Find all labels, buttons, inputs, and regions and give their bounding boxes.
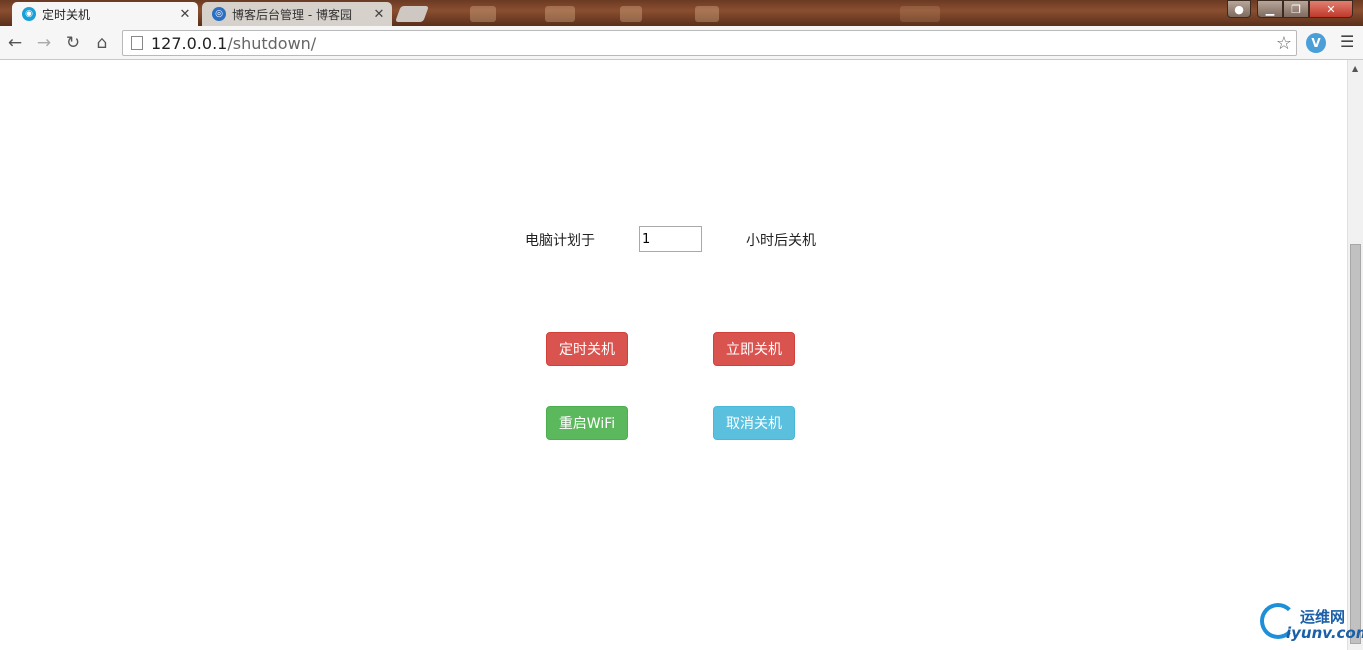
site-watermark: 运维网 iyunv.com	[1258, 600, 1363, 646]
tab-shutdown[interactable]: ◉ 定时关机 ✕	[12, 2, 198, 26]
profile-icon[interactable]: ●	[1227, 0, 1251, 18]
forward-arrow-icon[interactable]: →	[33, 32, 55, 54]
tab-close-icon[interactable]: ✕	[178, 7, 192, 22]
browser-titlebar: ◉ 定时关机 ✕ ◎ 博客后台管理 - 博客园 ✕ ● ▁ ❐ ✕	[0, 0, 1363, 26]
hamburger-menu-icon[interactable]: ☰	[1340, 32, 1354, 51]
scroll-up-icon[interactable]: ▲	[1352, 64, 1358, 73]
tab-blog-admin[interactable]: ◎ 博客后台管理 - 博客园 ✕	[202, 2, 392, 26]
tab-close-icon[interactable]: ✕	[372, 7, 386, 22]
reload-icon[interactable]: ↻	[62, 32, 84, 54]
url-text: 127.0.0.1/shutdown/	[151, 33, 317, 53]
new-tab-button[interactable]	[395, 6, 429, 22]
watermark-en: iyunv.com	[1286, 624, 1363, 642]
home-icon[interactable]: ⌂	[91, 32, 113, 54]
site-favicon-icon: ◎	[212, 7, 226, 21]
cancel-shutdown-button[interactable]: 取消关机	[713, 406, 795, 440]
window-close-icon[interactable]: ✕	[1309, 0, 1353, 18]
address-bar[interactable]: 127.0.0.1/shutdown/ ☆	[122, 30, 1297, 56]
page-icon	[131, 36, 143, 50]
minimize-icon[interactable]: ▁	[1257, 0, 1283, 18]
hours-suffix-label: 小时后关机	[746, 233, 816, 249]
page-content: 电脑计划于 小时后关机 定时关机 立即关机 重启WiFi 取消关机	[0, 60, 1347, 650]
scrollbar-thumb[interactable]	[1350, 244, 1361, 644]
back-arrow-icon[interactable]: ←	[4, 32, 26, 54]
restore-icon[interactable]: ❐	[1283, 0, 1309, 18]
tab-title: 定时关机	[42, 7, 91, 22]
immediate-shutdown-button[interactable]: 立即关机	[713, 332, 795, 366]
star-icon[interactable]: ☆	[1276, 33, 1292, 54]
restart-wifi-button[interactable]: 重启WiFi	[546, 406, 628, 440]
tab-title: 博客后台管理 - 博客园	[232, 7, 352, 22]
vertical-scrollbar[interactable]: ▲	[1347, 60, 1363, 650]
browser-toolbar: ← → ↻ ⌂ 127.0.0.1/shutdown/ ☆ V ☰	[0, 26, 1363, 60]
hours-input[interactable]	[639, 226, 702, 252]
scheduled-shutdown-button[interactable]: 定时关机	[546, 332, 628, 366]
extension-icon[interactable]: V	[1306, 33, 1326, 53]
schedule-label: 电脑计划于	[525, 233, 595, 249]
site-favicon-icon: ◉	[22, 7, 36, 21]
